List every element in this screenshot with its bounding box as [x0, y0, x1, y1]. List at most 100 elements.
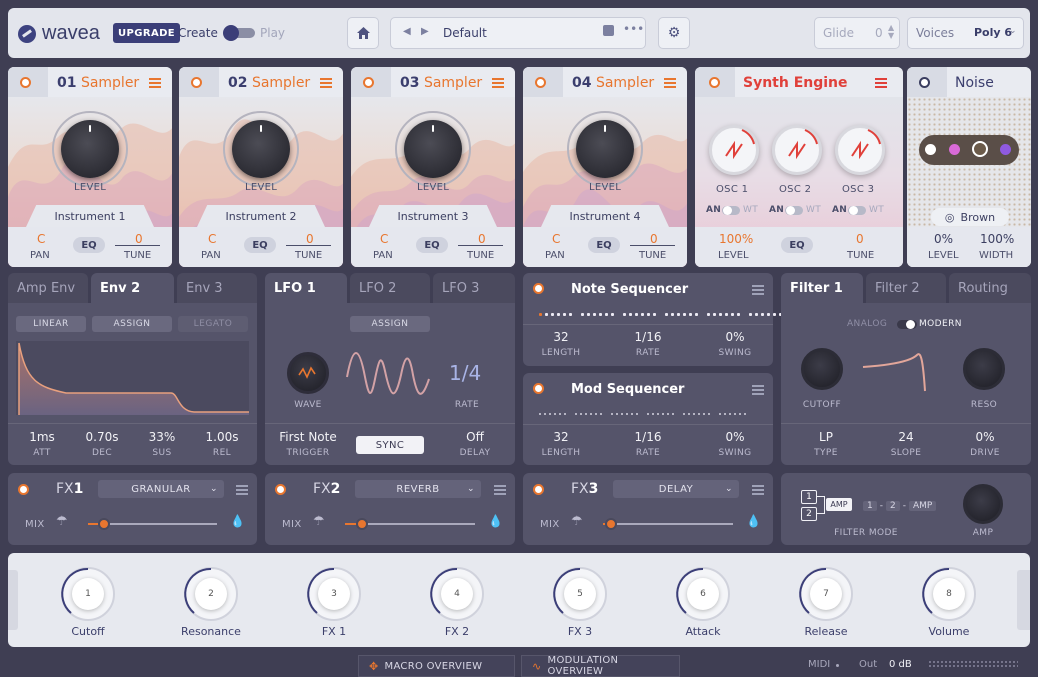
step[interactable]	[707, 313, 710, 316]
synth-tune-value[interactable]: 0	[856, 232, 864, 246]
step[interactable]	[719, 413, 721, 415]
env-param-value[interactable]: 1ms	[12, 430, 72, 444]
eq-button[interactable]: EQ	[73, 237, 105, 253]
step[interactable]	[564, 413, 566, 415]
macro-7[interactable]: 7 Release	[786, 567, 866, 638]
tab-env-3[interactable]: Env 3	[177, 273, 257, 303]
step[interactable]	[641, 313, 644, 316]
mix-track[interactable]	[96, 523, 217, 525]
mod-seq-power-button[interactable]	[533, 383, 544, 394]
step[interactable]	[595, 413, 597, 415]
step[interactable]	[557, 313, 560, 316]
parallel-amp-box[interactable]: AMP	[826, 498, 852, 511]
an-wt-toggle[interactable]	[785, 206, 803, 215]
sampler-settings-icon[interactable]	[149, 77, 161, 88]
step[interactable]	[575, 413, 577, 415]
delay-value[interactable]: Off	[450, 430, 500, 444]
instrument-name[interactable]: Instrument 1	[26, 205, 154, 227]
more-icon[interactable]: •••	[623, 22, 644, 36]
step[interactable]	[662, 413, 664, 415]
step[interactable]	[755, 313, 758, 316]
analog-modern-toggle[interactable]	[897, 320, 917, 329]
step[interactable]	[647, 313, 650, 316]
tab-routing[interactable]: Routing	[949, 273, 1031, 303]
step[interactable]	[621, 413, 623, 415]
pan-value[interactable]: C	[380, 232, 388, 246]
envelope-graph[interactable]	[16, 341, 249, 415]
macro-knob[interactable]: 5	[553, 567, 607, 621]
eq-button[interactable]: EQ	[244, 237, 276, 253]
note-steps[interactable]	[539, 313, 782, 317]
cutoff-knob[interactable]	[801, 348, 843, 390]
macro-3[interactable]: 3 FX 1	[294, 567, 374, 638]
macro-5[interactable]: 5 FX 3	[540, 567, 620, 638]
step[interactable]	[605, 313, 608, 316]
mix-slider-handle[interactable]	[355, 518, 368, 530]
env-param-value[interactable]: 33%	[132, 430, 192, 444]
note-seq-settings-icon[interactable]	[752, 284, 764, 295]
mix-slider-handle[interactable]	[98, 518, 111, 530]
step[interactable]	[749, 313, 752, 316]
step[interactable]	[611, 313, 614, 316]
instrument-name[interactable]: Instrument 2	[197, 205, 325, 227]
step[interactable]	[761, 313, 764, 316]
env-param-value[interactable]: 1.00s	[192, 430, 252, 444]
synth-power-button[interactable]	[709, 77, 720, 88]
step[interactable]	[629, 313, 632, 316]
settings-button[interactable]: ⚙	[658, 17, 690, 49]
noise-power-button[interactable]	[919, 77, 930, 88]
modulation-overview-button[interactable]: ∿ MODULATION OVERVIEW	[521, 655, 680, 677]
macro-scroll-left[interactable]	[8, 570, 18, 630]
step[interactable]	[773, 313, 776, 316]
step[interactable]	[616, 413, 618, 415]
next-preset-icon[interactable]: ▶	[421, 26, 429, 37]
step[interactable]	[559, 413, 561, 415]
sync-button[interactable]: SYNC	[356, 436, 424, 454]
macro-knob[interactable]: 2	[184, 567, 238, 621]
synth-settings-icon[interactable]	[875, 77, 887, 88]
note-seq-swing[interactable]: 0%	[710, 330, 760, 344]
macro-overview-button[interactable]: ✥ MACRO OVERVIEW	[358, 655, 515, 677]
sampler-settings-icon[interactable]	[664, 77, 676, 88]
eq-button[interactable]: EQ	[416, 237, 448, 253]
step[interactable]	[737, 313, 740, 316]
noise-width-value[interactable]: 100%	[980, 232, 1014, 246]
sampler-level-knob[interactable]	[404, 120, 462, 178]
osc-2-knob[interactable]	[772, 125, 822, 175]
step[interactable]	[580, 413, 582, 415]
macro-1[interactable]: 1 Cutoff	[48, 567, 128, 638]
step[interactable]	[657, 413, 659, 415]
noise-color-dot[interactable]	[949, 144, 960, 155]
macro-8[interactable]: 8 Volume	[909, 567, 989, 638]
step[interactable]	[677, 313, 680, 316]
prev-preset-icon[interactable]: ◀	[403, 26, 411, 37]
step[interactable]	[683, 413, 685, 415]
step[interactable]	[744, 413, 746, 415]
tab-lfo-3[interactable]: LFO 3	[433, 273, 515, 303]
macro-knob[interactable]: 3	[307, 567, 361, 621]
macro-knob[interactable]: 4	[430, 567, 484, 621]
sampler-settings-icon[interactable]	[320, 77, 332, 88]
noise-color-dot[interactable]	[925, 144, 936, 155]
legato-button[interactable]: LEGATO	[178, 316, 248, 332]
mod-steps[interactable]	[539, 413, 746, 417]
step[interactable]	[671, 313, 674, 316]
osc-1-knob[interactable]	[709, 125, 759, 175]
step[interactable]	[590, 413, 592, 415]
osc-3-knob[interactable]	[835, 125, 885, 175]
home-button[interactable]	[347, 17, 379, 49]
preset-browser[interactable]: ◀ ▶ Default •••	[390, 17, 646, 49]
tab-lfo-1[interactable]: LFO 1	[265, 273, 347, 303]
macro-2[interactable]: 2 Resonance	[171, 567, 251, 638]
fx-settings-icon[interactable]	[494, 484, 506, 495]
mod-seq-length[interactable]: 32	[536, 430, 586, 444]
step[interactable]	[652, 413, 654, 415]
step[interactable]	[731, 313, 734, 316]
step[interactable]	[683, 313, 686, 316]
step[interactable]	[631, 413, 633, 415]
note-seq-power-button[interactable]	[533, 283, 544, 294]
step[interactable]	[563, 313, 566, 316]
macro-scroll-right[interactable]	[1017, 570, 1030, 630]
mix-slider-handle[interactable]	[605, 518, 617, 530]
mix-track[interactable]	[353, 523, 475, 525]
